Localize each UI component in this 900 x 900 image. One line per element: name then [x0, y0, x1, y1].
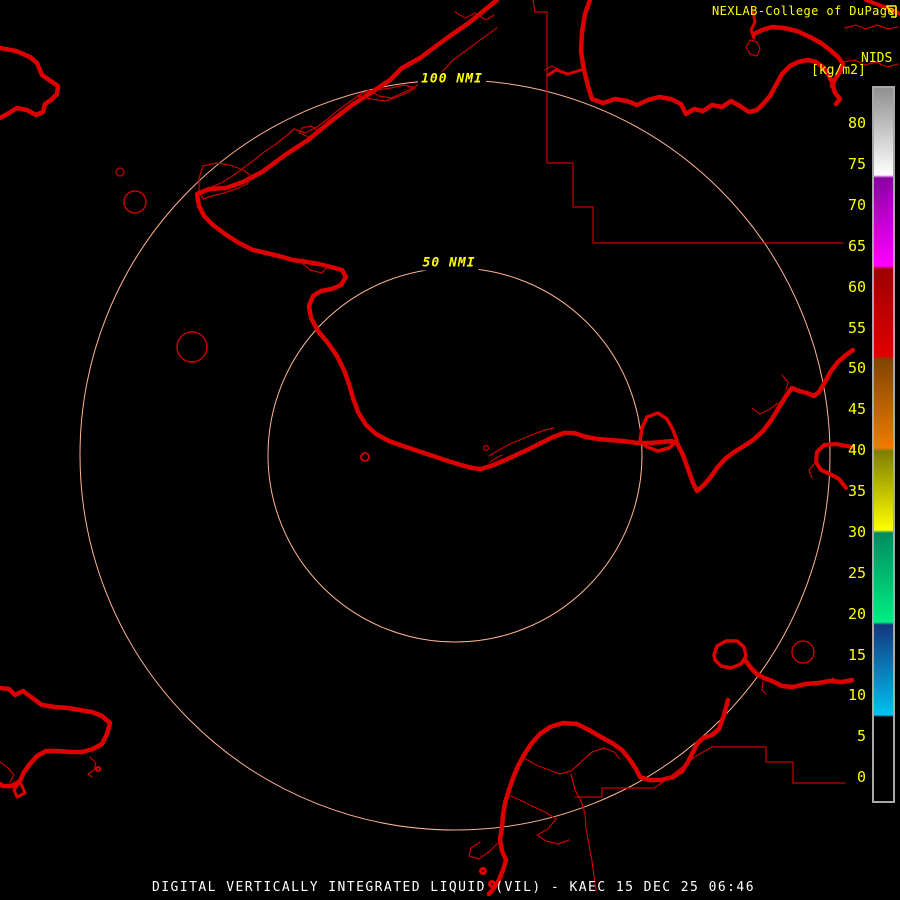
- coast-blob-1: [479, 867, 487, 875]
- coast-east-appendage-1: [761, 681, 767, 695]
- colorbar-tick-label: 45: [847, 400, 866, 418]
- range-rings: [79, 79, 831, 831]
- delta-channel-3: [507, 794, 570, 845]
- units-subtitle: [kg/m2]: [811, 63, 866, 78]
- colorbar-tick-label: 0: [856, 768, 866, 786]
- islet-circle-center: [360, 452, 370, 462]
- island-northwest: [0, 45, 61, 121]
- colorbar-tick-label: 35: [847, 482, 866, 500]
- range-ring: [79, 79, 831, 831]
- inlet-loop-tr: [745, 39, 761, 57]
- brand-logo-icon: [886, 5, 897, 18]
- coast-blob-3: [95, 766, 101, 772]
- colorbar-tick-label: 25: [847, 564, 866, 582]
- delta-channel-4: [468, 839, 502, 860]
- map-canvas: [0, 0, 900, 897]
- colorbar-tick-label: 30: [847, 523, 866, 541]
- lake-circle-right: [791, 640, 815, 664]
- colorbar-tick-label: 5: [856, 727, 866, 745]
- colorbar-tick-label: 75: [847, 155, 866, 173]
- radar-display: 80 75 70 65 60 55 50 45 40 35 30 25 20 15 10 5 0 NEXLAB-…: [0, 0, 900, 900]
- coast-detail-nw: [210, 27, 498, 188]
- lagoon-loop-mid: [638, 411, 679, 453]
- colorbar-tick-label: 80: [847, 114, 866, 132]
- colorbar-tick-label: 70: [847, 196, 866, 214]
- lake-circle-1: [115, 167, 125, 177]
- coast-main: [194, 0, 856, 494]
- island-sw-detail-1: [0, 761, 15, 783]
- colorbar-tick-label: 20: [847, 605, 866, 623]
- lake-loop-right: [712, 639, 748, 670]
- hook-detail: [808, 461, 817, 479]
- product-title: DIGITAL VERTICALLY INTEGRATED LIQUID (VI…: [152, 880, 755, 895]
- lagoon-dot-spit: [482, 444, 490, 452]
- colorbar: [872, 86, 895, 803]
- delta-channel-1: [523, 747, 621, 775]
- brand-text: NEXLAB-College of DuPage: [712, 4, 895, 18]
- colorbar-tick-labels: 80 75 70 65 60 55 50 45 40 35 30 25 20 15 10 5 0: [836, 0, 866, 900]
- colorbar-tick-label: 60: [847, 278, 866, 296]
- colorbar-tick-label: 65: [847, 237, 866, 255]
- colorbar-tick-label: 10: [847, 686, 866, 704]
- lake-circle-2: [123, 190, 147, 214]
- range-ring-label: 50 NMI: [419, 255, 479, 271]
- colorbar-tick-label: 15: [847, 646, 866, 664]
- ne-coast-detail-2: [781, 374, 789, 391]
- delta-channel-2: [570, 773, 597, 892]
- island-sw-detail-2: [87, 756, 97, 778]
- lake-circle-3: [176, 331, 208, 363]
- map-outlines: [0, 0, 900, 897]
- colorbar-tick-label: 40: [847, 441, 866, 459]
- range-ring-label: 100 NMI: [418, 71, 486, 87]
- island-southwest: [0, 685, 113, 789]
- boundary-step-top: [532, 0, 844, 244]
- range-ring: [267, 267, 643, 643]
- colorbar-tick-label: 50: [847, 359, 866, 377]
- colorbar-tick-label: 55: [847, 319, 866, 337]
